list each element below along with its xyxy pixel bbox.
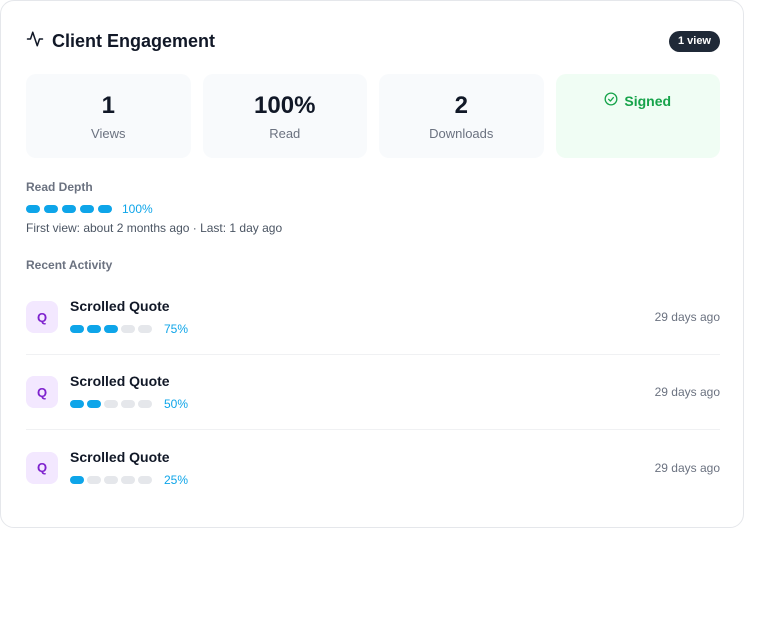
activity-percent: 25% [164,472,189,487]
progress-segment [87,325,101,333]
check-circle-icon [604,92,618,109]
depth-segment [26,205,40,213]
recent-activity-label: Recent Activity [26,258,113,272]
title-wrap: Client Engagement [26,30,215,53]
stat-read: 100% Read [202,74,367,158]
read-depth-bar: 100% [26,202,153,216]
signed-label: Signed [624,92,672,109]
depth-segment [80,205,94,213]
stat-downloads: 2 Downloads [379,74,544,158]
progress-segment [121,325,135,333]
progress-segment [104,475,118,484]
depth-segment [44,205,58,213]
progress-segment [138,400,152,408]
progress-segment [138,475,152,484]
card-header: Client Engagement 1 view [26,29,720,53]
stat-label: Views [91,125,126,141]
activity-progress: 25% [70,473,188,487]
read-depth-label: Read Depth [26,180,93,194]
activity-body: Scrolled Quote 50% [70,373,188,411]
progress-segment [104,400,118,408]
read-depth-percent: 100% [122,202,153,216]
activity-time: 29 days ago [654,385,720,399]
activity-icon [26,30,44,53]
activity-body: Scrolled Quote 25% [70,449,188,487]
progress-segment [87,475,101,484]
stat-signed: Signed [555,74,720,158]
activity-time: 29 days ago [654,310,720,324]
activity-progress: 75% [70,322,188,336]
activity-list: Q Scrolled Quote 75% 29 days ago Q Scrol… [26,280,720,505]
progress-segment [138,325,152,333]
card-title: Client Engagement [52,30,216,51]
activity-item: Q Scrolled Quote 75% 29 days ago [26,280,720,355]
depth-segment [98,205,112,213]
progress-segment [121,400,135,408]
activity-avatar: Q [26,301,58,333]
stat-label: Downloads [429,125,494,141]
activity-body: Scrolled Quote 75% [70,298,188,336]
activity-progress: 50% [70,397,188,411]
activity-item: Q Scrolled Quote 25% 29 days ago [26,430,720,505]
activity-time: 29 days ago [654,460,720,475]
progress-segment [70,325,84,333]
progress-segment [87,400,101,408]
activity-title: Scrolled Quote [70,373,170,389]
activity-title: Scrolled Quote [70,448,170,465]
stats-row: 1 Views 100% Read 2 Downloads Signed [26,74,720,158]
activity-item: Q Scrolled Quote 50% 29 days ago [26,355,720,430]
engagement-card: Client Engagement 1 view 1 Views 100% Re… [0,0,744,528]
stat-value: 100% [254,91,316,119]
activity-avatar: Q [26,376,58,408]
progress-segment [104,325,118,333]
activity-percent: 75% [164,322,189,336]
view-timestamps: First view: about 2 months ago · Last: 1… [26,221,283,235]
signed-status: Signed [604,92,671,109]
progress-segment [70,400,84,408]
stat-value: 2 [454,91,468,119]
view-count-badge: 1 view [668,30,720,52]
depth-segment [62,205,76,213]
activity-title: Scrolled Quote [70,298,170,314]
activity-percent: 50% [164,397,189,411]
stat-views: 1 Views [26,74,191,158]
stat-label: Read [269,125,301,141]
progress-segment [70,475,84,484]
stat-value: 1 [101,91,115,119]
progress-segment [121,475,135,484]
activity-avatar: Q [26,451,58,484]
